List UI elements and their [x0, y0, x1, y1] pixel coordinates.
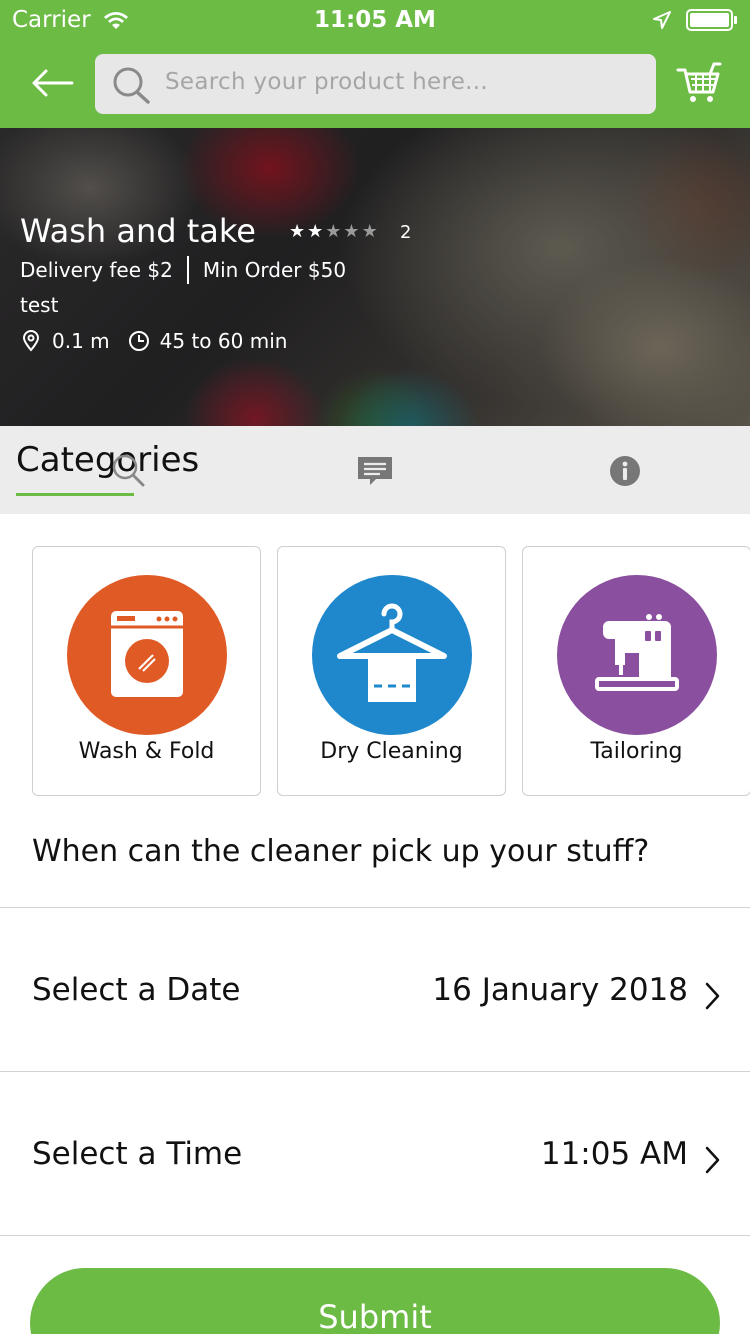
pickup-question: When can the cleaner pick up your stuff? [32, 834, 650, 869]
delivery-fee-label: Delivery fee [20, 258, 142, 282]
store-fees: Delivery fee $2 Min Order $50 [20, 256, 346, 284]
select-date-label: Select a Date [32, 972, 241, 1008]
store-description: test [20, 293, 59, 317]
back-arrow-icon [32, 69, 74, 97]
tab-info[interactable] [609, 455, 641, 491]
star-icon: ★ [307, 221, 324, 242]
top-bar: Carrier 11:05 AM Search your product her… [0, 0, 750, 128]
location-pin-icon [22, 330, 40, 352]
active-tab-indicator [16, 493, 134, 496]
star-icon: ★ [289, 221, 306, 242]
hanger-icon [337, 603, 447, 702]
comment-icon [358, 457, 392, 485]
fee-divider [186, 256, 189, 284]
submit-label: Submit [318, 1298, 432, 1334]
category-label: Dry Cleaning [320, 739, 463, 764]
select-time-row[interactable]: Select a Time 11:05 AM [0, 1072, 750, 1235]
tab-reviews[interactable] [356, 455, 394, 491]
submit-button[interactable]: Submit [30, 1268, 720, 1334]
category-icon-circle [312, 575, 472, 735]
search-icon [108, 450, 148, 499]
min-order-value: $50 [307, 258, 347, 282]
rating-count: 2 [400, 222, 412, 243]
store-banner: Wash and take ★ ★ ★ ★ ★ 2 Delivery fee $… [0, 128, 750, 426]
battery-icon [686, 9, 738, 35]
tab-categories[interactable]: Categories [16, 440, 199, 487]
star-icon: ★ [361, 221, 378, 242]
category-card-tailoring[interactable]: Tailoring [522, 546, 750, 796]
selected-date-value: 16 January 2018 [432, 972, 688, 1008]
category-list: Wash & Fold Dry Cleaning Tailoring [32, 546, 750, 796]
divider [0, 1235, 750, 1236]
cart-icon [676, 62, 722, 102]
cart-button[interactable] [676, 60, 722, 106]
washing-machine-icon [111, 611, 183, 697]
category-card-wash-fold[interactable]: Wash & Fold [32, 546, 261, 796]
back-button[interactable] [28, 62, 78, 104]
clock-icon [128, 331, 149, 351]
search-icon [111, 65, 153, 109]
status-bar: Carrier 11:05 AM [0, 0, 750, 40]
select-date-row[interactable]: Select a Date 16 January 2018 [0, 908, 750, 1071]
star-icon: ★ [343, 221, 360, 242]
store-distance: 0.1 m [52, 329, 110, 353]
store-name: Wash and take [20, 212, 256, 250]
category-label: Wash & Fold [78, 739, 215, 764]
info-icon [610, 456, 640, 486]
location-arrow-icon [652, 10, 672, 34]
select-time-label: Select a Time [32, 1136, 243, 1172]
chevron-right-icon [705, 1146, 720, 1174]
clock-label: 11:05 AM [314, 7, 436, 33]
category-icon-circle [557, 575, 717, 735]
store-meta: 0.1 m 45 to 60 min [20, 329, 287, 353]
delivery-time: 45 to 60 min [159, 329, 288, 353]
category-card-dry-cleaning[interactable]: Dry Cleaning [277, 546, 506, 796]
star-icon: ★ [325, 221, 342, 242]
sewing-machine-icon [595, 614, 679, 691]
delivery-fee-value: $2 [147, 258, 173, 282]
selected-time-value: 11:05 AM [540, 1136, 688, 1172]
min-order-label: Min Order [202, 258, 302, 282]
chevron-right-icon [705, 982, 720, 1010]
store-rating-stars: ★ ★ ★ ★ ★ [289, 223, 378, 241]
search-input[interactable]: Search your product here... [95, 54, 656, 114]
category-icon-circle [67, 575, 227, 735]
search-placeholder: Search your product here... [165, 69, 488, 95]
category-label: Tailoring [590, 739, 683, 764]
